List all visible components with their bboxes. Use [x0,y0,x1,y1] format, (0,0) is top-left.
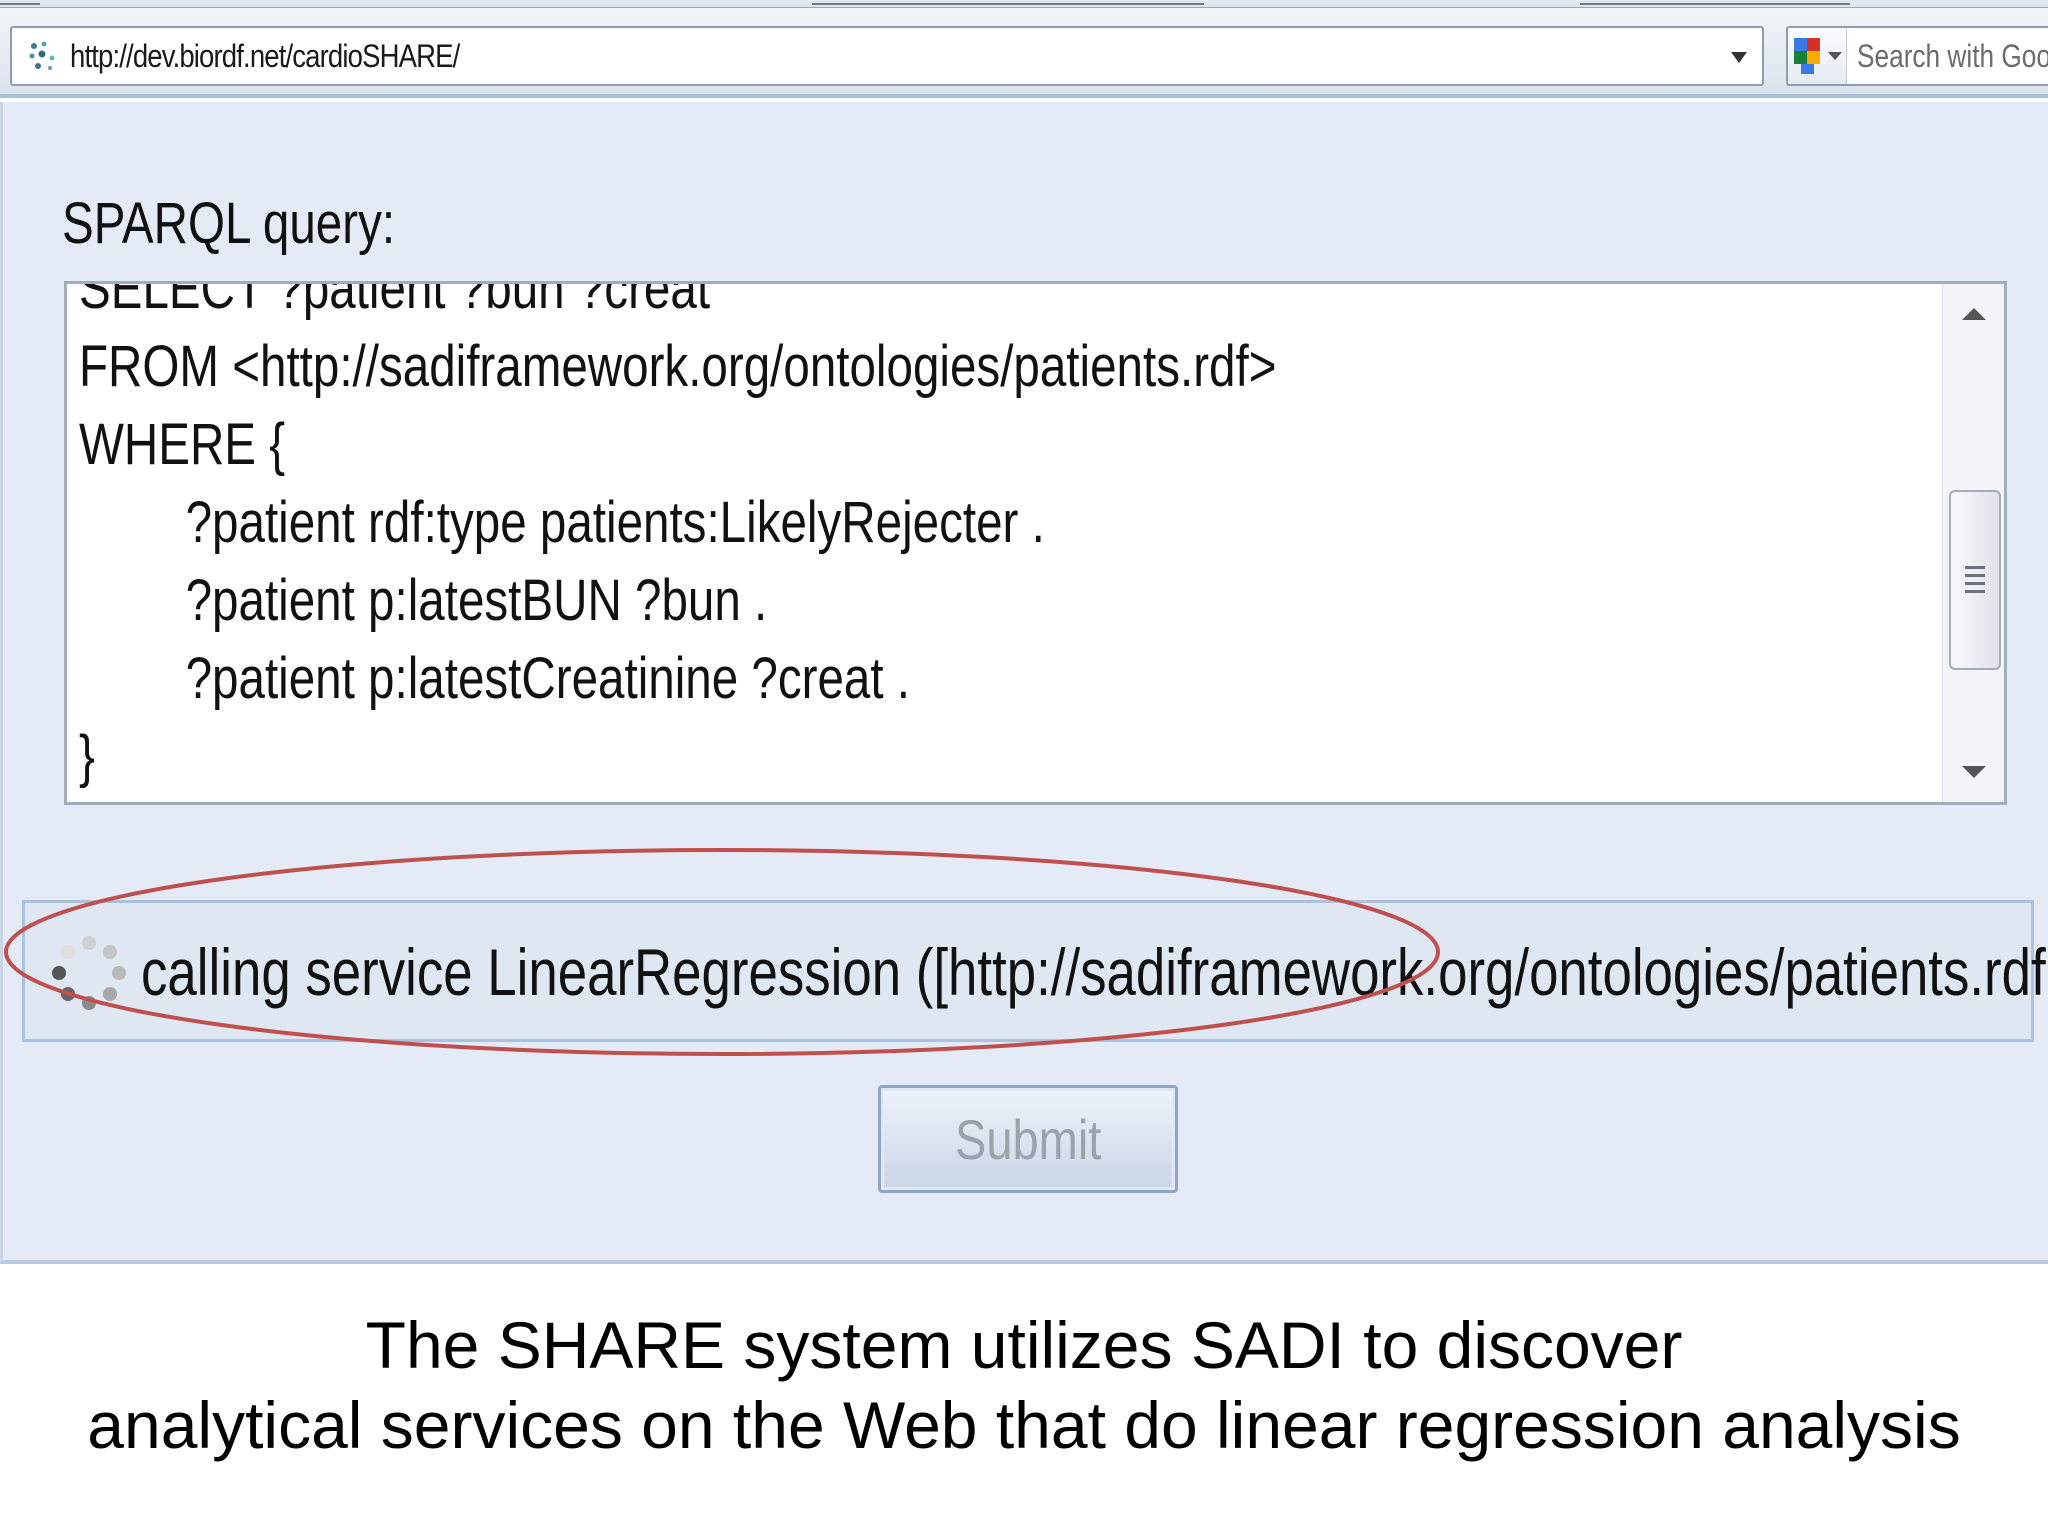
slide-caption: The SHARE system utilizes SADI to discov… [0,1305,2048,1465]
submit-label: Submit [954,1107,1102,1171]
search-engine-selector[interactable] [1788,28,1847,84]
caption-line-1: The SHARE system utilizes SADI to discov… [365,1308,1683,1382]
google-icon [1794,38,1842,74]
query-scrollbar[interactable] [1942,284,2004,802]
query-line: } [79,724,95,789]
query-line: ?patient p:latestCreatinine ?creat . [185,646,911,711]
query-line: ?patient rdf:type patients:LikelyRejecte… [185,490,1045,555]
grip-icon [1965,566,1985,593]
query-line: SELECT ?patient ?bun ?creat [79,281,711,321]
query-text[interactable]: SELECT ?patient ?bun ?creat FROM <http:/… [79,281,1979,796]
screenshot: http://dev.biordf.net/cardioSHARE/ Searc… [0,0,2048,1536]
search-box[interactable]: Search with Goo [1786,26,2048,86]
tab-strip [0,0,2048,8]
browser-toolbar: http://dev.biordf.net/cardioSHARE/ Searc… [0,8,2048,98]
caption-line-2: analytical services on the Web that do l… [87,1388,1961,1462]
status-bar: calling service LinearRegression ([http:… [22,900,2046,1042]
sparql-query-textarea[interactable]: SELECT ?patient ?bun ?creat FROM <http:/… [64,281,2007,805]
query-line: FROM <http://sadiframework.org/ontologie… [79,334,1277,399]
sparql-query-label: SPARQL query: [62,191,396,256]
status-message: calling service LinearRegression ([http:… [141,935,2046,1009]
address-dropdown-icon[interactable] [1724,42,1754,72]
scroll-thumb[interactable] [1949,490,2001,670]
address-bar[interactable]: http://dev.biordf.net/cardioSHARE/ [10,26,1764,86]
tab-edge [0,0,40,5]
submit-button[interactable]: Submit [878,1085,1178,1193]
tab-edge [1580,0,1850,5]
scroll-down-arrow-icon[interactable] [1943,742,2004,802]
address-url[interactable]: http://dev.biordf.net/cardioSHARE/ [70,38,460,75]
tab-edge [812,0,1204,5]
query-line: WHERE { [79,412,286,477]
search-input[interactable]: Search with Goo [1857,38,2048,75]
query-line: ?patient p:latestBUN ?bun . [185,568,768,633]
scroll-up-arrow-icon[interactable] [1943,284,2004,344]
site-favicon-icon [20,34,64,78]
loading-spinner-icon [52,936,126,1010]
